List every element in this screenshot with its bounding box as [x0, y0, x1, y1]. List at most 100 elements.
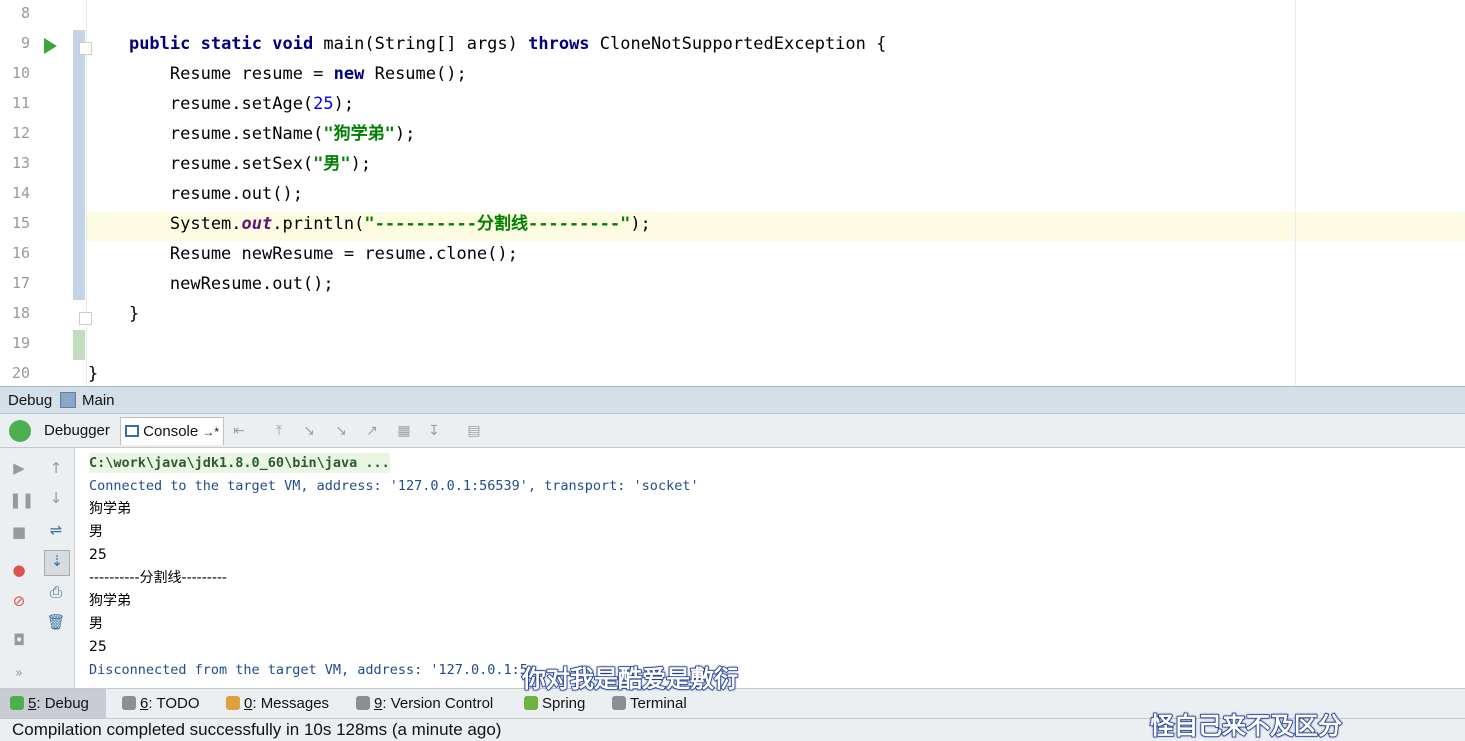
drop-frame-icon[interactable]: ▦ — [395, 422, 413, 440]
resume-icon[interactable]: ▶ — [9, 458, 29, 478]
line-number: 15 — [11, 214, 30, 232]
separator: : — [36, 695, 45, 712]
force-step-into-icon[interactable]: ↘ — [332, 422, 350, 440]
console-icon — [125, 425, 139, 437]
tool-tab-todo[interactable]: 6: TODO — [112, 689, 208, 718]
subtitle-line-1: 你对我是酷爱是敷衍 — [521, 664, 739, 694]
console-output[interactable]: C:\work\java\jdk1.8.0_60\bin\java ... Con… — [75, 448, 1465, 688]
print-icon[interactable]: ⎙ — [46, 582, 66, 602]
evaluate-expression-icon[interactable]: ▤ — [465, 422, 483, 440]
console-line: C:\work\java\jdk1.8.0_60\bin\java ... — [89, 453, 390, 473]
tool-tab-label: Version Control — [390, 695, 494, 712]
run-to-cursor-icon[interactable]: ↧ — [425, 422, 443, 440]
show-execution-point-icon[interactable]: ⇤ — [230, 422, 248, 440]
line-number: 9 — [20, 34, 30, 52]
line-number: 16 — [11, 244, 30, 262]
code-line[interactable]: System.out.println("----------分割线-------… — [88, 209, 651, 239]
code-token: ); — [350, 154, 372, 174]
subtitle-line-2: 怪自己来不及区分 — [1149, 711, 1343, 741]
mute-breakpoints-icon[interactable]: ⊘ — [9, 591, 29, 611]
code-token: throws — [528, 34, 590, 54]
status-text: Compilation completed successfully in 10… — [12, 720, 502, 739]
tool-tab-label: Messages — [260, 695, 330, 712]
code-token: new — [333, 64, 365, 84]
up-arrow-icon[interactable]: ↑ — [46, 458, 66, 478]
step-into-icon[interactable]: ↘ — [300, 422, 318, 440]
terminal-icon — [612, 696, 626, 710]
messages-icon — [226, 696, 240, 710]
code-token: "----------分割线---------" — [364, 214, 631, 234]
run-icon[interactable] — [44, 38, 57, 54]
code-token: resume.setAge( — [88, 94, 314, 114]
code-line[interactable]: resume.out(); — [88, 179, 303, 209]
code-line[interactable]: resume.setSex("男"); — [88, 149, 371, 179]
editor-gutter: 8 9 10 11 12 13 14 15 16 17 18 19 20 — [0, 0, 92, 386]
tool-tab-label: Spring — [542, 695, 586, 712]
line-number: 18 — [11, 304, 30, 322]
trash-icon[interactable]: 🗑 — [46, 612, 66, 632]
code-line[interactable]: newResume.out(); — [88, 269, 334, 299]
run-config-tab[interactable]: Main — [82, 392, 115, 409]
debug-title: Debug — [8, 392, 53, 409]
application-icon — [60, 392, 76, 408]
line-number: 10 — [11, 64, 30, 82]
code-token: Resume(); — [364, 64, 467, 84]
code-line[interactable]: resume.setName("狗学弟"); — [88, 119, 416, 149]
line-number: 14 — [11, 184, 30, 202]
camera-icon[interactable]: ◘ — [9, 630, 29, 650]
debug-tool-window-header: Debug Main — [0, 386, 1465, 414]
console-line: 男 — [89, 616, 103, 632]
step-over-icon[interactable]: ⤒ — [270, 422, 288, 440]
tool-tab-debug[interactable]: 5: Debug — [0, 689, 106, 718]
console-line: 男 — [89, 524, 103, 540]
right-margin-guide — [1295, 0, 1296, 386]
version-control-icon — [356, 696, 370, 710]
code-token: Resume resume = — [88, 64, 334, 84]
separator: : — [252, 695, 261, 712]
line-number: 13 — [11, 154, 30, 172]
console-line: Connected to the target VM, address: '12… — [89, 478, 699, 494]
change-marker — [73, 30, 85, 300]
code-line[interactable]: } — [88, 359, 98, 386]
more-icon[interactable]: » — [9, 664, 29, 684]
pause-icon[interactable]: ❚❚ — [9, 490, 34, 510]
code-line[interactable]: public static void main(String[] args) t… — [88, 29, 886, 59]
code-token: main(String[] args) — [313, 34, 529, 54]
console-actions-bar: ↑ ↓ ⇌ ⇣ ⎙ 🗑 — [38, 448, 75, 688]
debug-toolbar: Debugger Console →* ⇤ ⤒ ↘ ↘ ↗ ▦ ↧ ▤ — [0, 414, 1465, 448]
line-number: 19 — [11, 334, 30, 352]
tool-tab-messages[interactable]: 0: Messages — [216, 689, 338, 718]
code-token: ); — [333, 94, 355, 114]
stop-icon[interactable]: ■ — [9, 522, 29, 542]
code-token: Resume newResume = resume.clone(); — [88, 244, 518, 264]
soft-wrap-icon[interactable]: ⇌ — [46, 520, 66, 540]
tool-tab-version-control[interactable]: 9: Version Control — [346, 689, 506, 718]
code-line[interactable]: Resume newResume = resume.clone(); — [88, 239, 518, 269]
tab-debugger[interactable]: Debugger — [40, 417, 114, 445]
down-arrow-icon[interactable]: ↓ — [46, 488, 66, 508]
code-token: CloneNotSupportedException { — [589, 34, 887, 54]
tool-tab-label: TODO — [156, 695, 200, 712]
console-line: Disconnected from the target VM, address… — [89, 662, 528, 678]
code-token: 25 — [313, 94, 334, 114]
code-line[interactable]: resume.setAge(25); — [88, 89, 354, 119]
code-token: } — [88, 364, 99, 384]
console-line: ----------分割线--------- — [89, 570, 227, 586]
code-editor[interactable]: 8 9 10 11 12 13 14 15 16 17 18 19 20 public static v… — [0, 0, 1465, 386]
code-token: ); — [630, 214, 651, 234]
bug-icon[interactable] — [9, 420, 31, 442]
bug-icon — [10, 696, 24, 710]
step-out-icon[interactable]: ↗ — [363, 422, 381, 440]
code-token: out — [241, 214, 273, 234]
view-breakpoints-icon[interactable]: ● — [9, 560, 29, 580]
scroll-to-end-icon[interactable]: ⇣ — [44, 550, 70, 576]
spring-leaf-icon — [524, 696, 538, 710]
code-token: newResume.out(); — [88, 274, 334, 294]
code-token: resume.setName( — [88, 124, 324, 144]
tool-tab-label: Debug — [44, 695, 89, 712]
code-line[interactable]: Resume resume = new Resume(); — [88, 59, 467, 89]
console-line: 25 — [89, 547, 107, 563]
code-token: resume.setSex( — [88, 154, 314, 174]
tab-console[interactable]: Console →* — [120, 417, 225, 445]
code-line[interactable]: } — [88, 299, 139, 329]
